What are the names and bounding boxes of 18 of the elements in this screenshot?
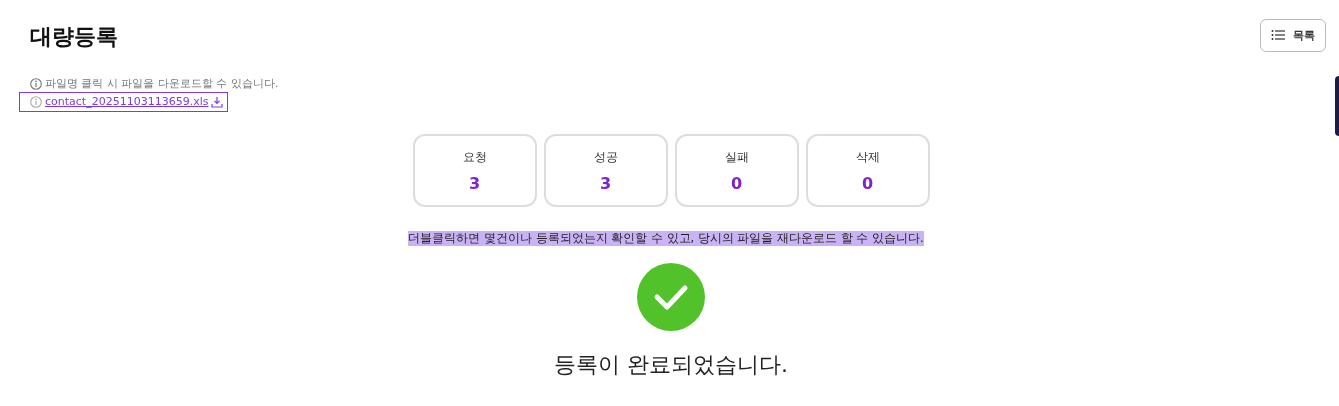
stat-label: 요청	[462, 148, 487, 166]
stat-value: 3	[599, 173, 612, 193]
result-message: 등록이 완료되었습니다.	[554, 351, 788, 379]
page-title: 대량등록	[30, 23, 118, 51]
info-icon	[30, 95, 42, 108]
info-icon	[30, 77, 42, 90]
stat-label: 실패	[724, 148, 749, 166]
stat-value: 3	[468, 173, 481, 193]
list-icon	[1271, 29, 1285, 41]
side-tab[interactable]	[1335, 76, 1339, 136]
stat-value: 0	[730, 173, 743, 193]
stat-label: 성공	[593, 148, 618, 166]
stat-value: 0	[861, 173, 874, 193]
list-button[interactable]: 목록	[1260, 18, 1326, 52]
stat-label: 삭제	[855, 148, 880, 166]
hint-text: 파일명 클릭 시 파일을 다운로드할 수 있습니다.	[45, 76, 279, 91]
notice-text: 더블클릭하면 몇건이나 등록되었는지 확인할 수 있고, 당시의 파일을 재다운로드 할 수 있습니다.	[408, 231, 924, 246]
download-icon[interactable]	[211, 95, 224, 108]
